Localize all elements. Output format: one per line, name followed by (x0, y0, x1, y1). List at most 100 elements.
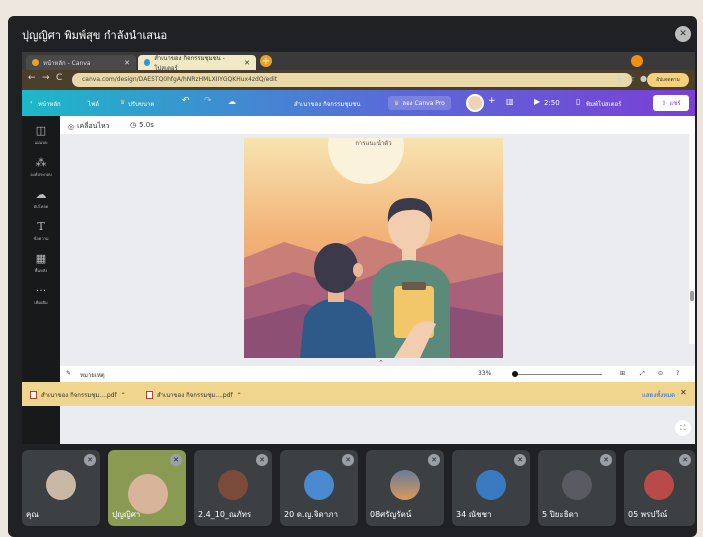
upload-share-icon: ⇧ (661, 99, 667, 107)
fullscreen-icon[interactable]: ⛶ (675, 420, 691, 436)
share-button[interactable]: ⇧ แชร์ (653, 95, 689, 111)
insights-chart-icon[interactable]: ▥ (506, 97, 514, 106)
shared-screen: หน้าหลัก - Canva ✕ สำเนาของ กิจกรรมชุมชน… (22, 52, 695, 444)
play-time[interactable]: 2:50 (544, 99, 560, 107)
share-page-icon[interactable]: ⇪ (616, 74, 623, 83)
zoom-slider[interactable] (516, 374, 602, 375)
undo-icon[interactable]: ↶ (182, 96, 190, 106)
text-icon: T (37, 220, 45, 233)
template-icon: ◫ (35, 124, 47, 137)
new-tab-button[interactable]: + (260, 55, 272, 67)
print-poster-button[interactable]: พิมพ์โปสเตอร์ (586, 99, 621, 109)
presentation-mic-icon[interactable]: ✕ (675, 26, 691, 42)
animate-button[interactable]: ◎ เคลื่อนไหว (68, 121, 110, 132)
sidebar-item-label: อัปโหลด (33, 204, 49, 209)
resize-button[interactable]: ปรับขนาด (128, 99, 154, 109)
browser-tab-bar: หน้าหลัก - Canva ✕ สำเนาของ กิจกรรมชุมชน… (22, 52, 695, 72)
sidebar-item-background[interactable]: ▦ พื้นหลัง (22, 252, 60, 274)
downloads-bar: สำเนาของ กิจกรรมชุม....pdf ⌃ สำเนาของ กิ… (22, 382, 695, 406)
try-canva-pro-button[interactable]: ♛ ลอง Canva Pro (388, 96, 451, 110)
sidebar-item-label: แม่แบบ (34, 140, 48, 145)
clock-icon: ◷ (130, 121, 137, 129)
bookmark-star-icon[interactable]: ☆ (628, 74, 635, 83)
participant-tile[interactable]: ✕ คุณ (22, 450, 100, 526)
chevron-up-icon[interactable]: ⌃ (237, 392, 242, 399)
play-icon[interactable]: ▶ (534, 97, 540, 106)
redo-icon[interactable]: ↷ (204, 96, 212, 106)
editor-bottom-bar: ✎ หมายเหตุ 33% ⊞ ⤢ ⊙ ? (60, 366, 695, 382)
animate-label: เคลื่อนไหว (77, 122, 110, 130)
avatar (304, 470, 334, 500)
fullscreen-expand-icon[interactable]: ⤢ (640, 370, 645, 378)
participant-tile[interactable]: ✕ 5 ปิยะธิดา (538, 450, 616, 526)
notes-icon[interactable]: ✎ (66, 370, 71, 377)
share-label: แชร์ (669, 100, 681, 107)
participant-tile[interactable]: ✕ 05 พรปวีณ์ (624, 450, 695, 526)
vertical-scrollbar[interactable] (689, 134, 695, 344)
reload-icon[interactable]: C (56, 73, 62, 83)
document-title[interactable]: สำเนาของ กิจกรรมชุมชน (294, 99, 360, 109)
download-item[interactable]: สำเนาของ กิจกรรมชุม....pdf ⌃ (146, 390, 242, 400)
mic-off-icon: ✕ (256, 454, 268, 466)
timing-button[interactable]: ◷ 5.0s (130, 121, 154, 129)
sidebar-item-templates[interactable]: ◫ แม่แบบ (22, 124, 60, 146)
account-icon[interactable]: ● (640, 74, 647, 83)
participant-tile[interactable]: ✕ ปุญญิศา (108, 450, 186, 526)
sidebar-item-label: ข้อความ (33, 236, 49, 241)
page-grid-icon[interactable]: ⊞ (620, 370, 625, 377)
sidebar-item-label: พื้นหลัง (34, 268, 48, 273)
back-icon[interactable]: ← (28, 73, 36, 83)
participant-tile[interactable]: ✕ 20 ด.ญ.จิดาภา (280, 450, 358, 526)
user-avatar[interactable] (466, 94, 484, 112)
mic-off-icon: ✕ (679, 454, 691, 466)
home-back-chevron-icon[interactable]: ‹ (30, 99, 32, 106)
avatar (46, 470, 76, 500)
avatar (476, 470, 506, 500)
participant-name: คุณ (26, 510, 39, 519)
download-item[interactable]: สำเนาของ กิจกรรมชุม....pdf ⌃ (30, 390, 126, 400)
editor-toolbar: ◎ เคลื่อนไหว ◷ 5.0s (60, 116, 695, 134)
scrollbar-thumb[interactable] (690, 291, 694, 301)
sidebar-item-elements[interactable]: ⁂ องค์ประกอบ (22, 156, 60, 178)
sidebar-item-label: องค์ประกอบ (30, 172, 52, 177)
print-icon[interactable]: ▯ (576, 97, 580, 106)
update-button[interactable]: อัปเดตตาม (647, 73, 689, 87)
url-input[interactable]: canva.com/design/DAE5TQ0hfgA/hNRzHMLXIIY… (72, 73, 632, 87)
help-icon[interactable]: ? (676, 370, 679, 377)
sidebar-item-text[interactable]: T ข้อความ (22, 220, 60, 242)
close-icon[interactable]: ✕ (680, 388, 687, 397)
zoom-slider-handle[interactable] (512, 371, 518, 377)
notes-button[interactable]: หมายเหตุ (80, 370, 105, 380)
check-circle-icon[interactable]: ⊙ (658, 370, 663, 377)
add-collaborator-icon[interactable]: + (488, 96, 496, 106)
participant-tile[interactable]: ✕ 2.4_10_ณภัทร (194, 450, 272, 526)
profile-icon[interactable] (631, 55, 643, 67)
participant-strip: ✕ คุณ ✕ ปุญญิศา ✕ 2.4_10_ณภัทร ✕ 20 ด.ญ.… (22, 450, 695, 526)
download-file-name: สำเนาของ กิจกรรมชุม....pdf (157, 392, 233, 399)
avatar (562, 470, 592, 500)
animate-icon: ◎ (68, 122, 75, 131)
participant-name: 5 ปิยะธิดา (542, 510, 579, 519)
zoom-level[interactable]: 33% (478, 370, 491, 377)
mic-off-icon: ✕ (84, 454, 96, 466)
sidebar-item-uploads[interactable]: ☁ อัปโหลด (22, 188, 60, 210)
desktop-background: ปุญญิศา พิมพ์สุข กำลังนำเสนอ ✕ หน้าหลัก … (0, 0, 703, 537)
mic-off-icon: ✕ (170, 454, 182, 466)
participant-tile[interactable]: ✕ 08ศรัญรัตน์ (366, 450, 444, 526)
sidebar-item-more[interactable]: ··· เพิ่มเติม (22, 284, 60, 306)
mic-off-icon: ✕ (342, 454, 354, 466)
browser-tab-design[interactable]: สำเนาของ กิจกรรมชุมชน - โปสเตอร์ ✕ (138, 55, 256, 72)
close-icon[interactable]: ✕ (124, 59, 130, 67)
try-pro-label: ลอง Canva Pro (402, 100, 445, 107)
browser-tab-home[interactable]: หน้าหลัก - Canva ✕ (26, 55, 136, 70)
close-icon[interactable]: ✕ (244, 59, 250, 67)
background-icon: ▦ (35, 252, 47, 265)
file-menu[interactable]: ไฟล์ (88, 99, 99, 109)
chevron-up-icon[interactable]: ⌃ (121, 392, 126, 399)
show-all-downloads-link[interactable]: แสดงทั้งหมด (642, 390, 675, 400)
home-link[interactable]: หน้าหลัก (38, 99, 61, 109)
forward-icon[interactable]: → (42, 73, 50, 83)
design-slide[interactable]: การแนะนำตัว (244, 138, 503, 358)
crown-icon: ♛ (120, 99, 126, 106)
participant-tile[interactable]: ✕ 34 ณัชชา (452, 450, 530, 526)
